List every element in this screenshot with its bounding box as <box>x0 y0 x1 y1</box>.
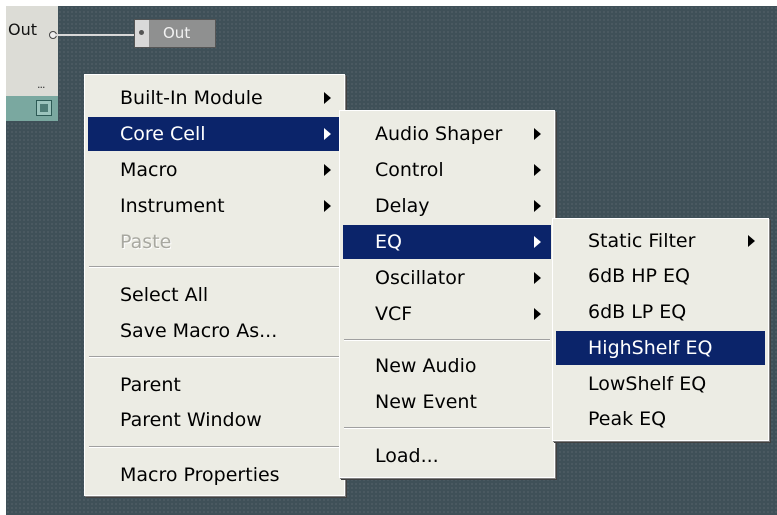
menu-item-label: Parent <box>120 374 181 396</box>
menu-item-control[interactable]: Control <box>343 153 551 187</box>
menu-item-label: Peak EQ <box>588 408 667 430</box>
menu-item-macro[interactable]: Macro <box>88 153 341 187</box>
menu-item-label: Instrument <box>120 195 225 217</box>
menu-item-save-macro-as[interactable]: Save Macro As... <box>88 314 341 348</box>
context-menu-eq: Static Filter 6dB HP EQ 6dB LP EQ HighSh… <box>552 218 769 441</box>
out-terminal-grip[interactable] <box>135 20 149 47</box>
module-panel-button[interactable] <box>36 100 52 116</box>
menu-separator <box>344 427 550 429</box>
submenu-arrow-icon <box>324 164 331 176</box>
menu-item-label: 6dB LP EQ <box>588 301 687 323</box>
menu-item-label: Parent Window <box>120 409 262 431</box>
menu-item-label: Save Macro As... <box>120 320 278 342</box>
menu-item-label: LowShelf EQ <box>588 373 707 395</box>
menu-separator <box>89 356 340 358</box>
macro-module[interactable]: Out ... <box>6 6 58 121</box>
submenu-arrow-icon <box>748 235 755 247</box>
menu-item-label: Static Filter <box>588 230 696 252</box>
menu-item-label: EQ <box>375 231 402 253</box>
menu-item-label: Control <box>375 159 444 181</box>
context-menu-core-cell: Audio Shaper Control Delay EQ Oscillator… <box>339 110 555 478</box>
submenu-arrow-icon <box>534 164 541 176</box>
menu-item-parent-window[interactable]: Parent Window <box>88 403 341 437</box>
menu-item-6db-lp-eq[interactable]: 6dB LP EQ <box>556 295 765 329</box>
menu-item-peak-eq[interactable]: Peak EQ <box>556 402 765 436</box>
submenu-arrow-icon <box>534 200 541 212</box>
module-ellipsis: ... <box>37 78 45 91</box>
menu-item-label: VCF <box>375 303 413 325</box>
connection-wire[interactable] <box>56 34 141 36</box>
menu-item-label: Core Cell <box>120 123 206 145</box>
menu-item-audio-shaper[interactable]: Audio Shaper <box>343 117 551 151</box>
menu-item-macro-properties[interactable]: Macro Properties <box>88 458 341 492</box>
menu-separator <box>89 446 340 448</box>
submenu-arrow-icon <box>534 128 541 140</box>
submenu-arrow-icon <box>534 236 541 248</box>
menu-item-label: Built-In Module <box>120 87 263 109</box>
menu-item-parent[interactable]: Parent <box>88 368 341 402</box>
menu-item-new-audio[interactable]: New Audio <box>343 349 551 383</box>
menu-item-vcf[interactable]: VCF <box>343 297 551 331</box>
menu-item-label: Delay <box>375 195 430 217</box>
menu-item-instrument[interactable]: Instrument <box>88 189 341 223</box>
submenu-arrow-icon <box>534 272 541 284</box>
menu-item-core-cell[interactable]: Core Cell <box>88 117 341 151</box>
submenu-arrow-icon <box>324 92 331 104</box>
module-footer <box>6 96 58 121</box>
submenu-arrow-icon <box>324 200 331 212</box>
menu-item-load[interactable]: Load... <box>343 439 551 473</box>
menu-item-label: New Audio <box>375 355 477 377</box>
context-menu-main: Built-In Module Core Cell Macro Instrume… <box>84 74 345 496</box>
menu-item-label: HighShelf EQ <box>588 337 713 359</box>
menu-separator <box>89 266 340 268</box>
menu-item-label: Oscillator <box>375 267 465 289</box>
submenu-arrow-icon <box>534 308 541 320</box>
menu-item-paste: Paste <box>88 225 341 259</box>
menu-item-6db-hp-eq[interactable]: 6dB HP EQ <box>556 259 765 293</box>
out-terminal-module[interactable]: Out <box>134 19 216 48</box>
menu-item-built-in-module[interactable]: Built-In Module <box>88 81 341 115</box>
menu-item-label: Macro Properties <box>120 464 280 486</box>
menu-item-oscillator[interactable]: Oscillator <box>343 261 551 295</box>
menu-item-label: Select All <box>120 284 209 306</box>
module-out-port-label: Out <box>8 20 38 39</box>
menu-item-label: Macro <box>120 159 178 181</box>
menu-item-select-all[interactable]: Select All <box>88 278 341 312</box>
submenu-arrow-icon <box>324 128 331 140</box>
menu-separator <box>344 339 550 341</box>
menu-item-label: New Event <box>375 391 477 413</box>
menu-item-delay[interactable]: Delay <box>343 189 551 223</box>
menu-item-static-filter[interactable]: Static Filter <box>556 224 765 258</box>
menu-item-label: 6dB HP EQ <box>588 265 690 287</box>
out-terminal-label: Out <box>163 24 191 42</box>
menu-item-label: Audio Shaper <box>375 123 503 145</box>
menu-item-new-event[interactable]: New Event <box>343 385 551 419</box>
menu-item-highshelf-eq[interactable]: HighShelf EQ <box>556 331 765 365</box>
menu-item-label: Paste <box>120 231 172 253</box>
menu-item-label: Load... <box>375 445 439 467</box>
menu-item-lowshelf-eq[interactable]: LowShelf EQ <box>556 367 765 401</box>
menu-item-eq[interactable]: EQ <box>343 225 551 259</box>
